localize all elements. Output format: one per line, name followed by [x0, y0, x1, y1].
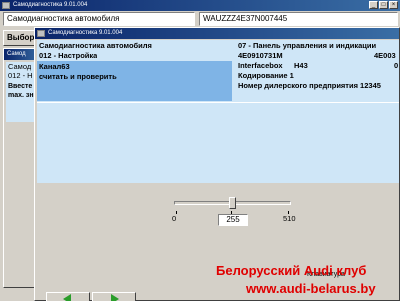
system-title: Самодиагностика автомобиля: [39, 41, 152, 50]
select-tab-button[interactable]: Выбор: [3, 30, 36, 46]
main-title: Самодиагностика 9.01.004: [13, 2, 88, 8]
vin-field: WAUZZZ4E37N007445: [199, 12, 398, 26]
app-icon: [2, 2, 10, 9]
channel-label: Канал63: [39, 62, 70, 71]
part-number: 4E0910731M: [238, 51, 283, 60]
coding-label: Кодирование 1: [238, 71, 294, 80]
watermark-line-1: Белорусский Audi клуб: [216, 263, 367, 278]
action-label: считать и проверить: [39, 72, 117, 81]
window-controls: _ □ ×: [369, 1, 398, 9]
close-button[interactable]: ×: [389, 1, 398, 9]
front-window: Самодиагностика 9.01.004 Самодиагностика…: [34, 27, 400, 301]
slider-min-label: 0: [172, 214, 177, 223]
panel-divider: [37, 102, 399, 103]
slider-value-field[interactable]: 255: [218, 214, 248, 226]
header-system-field: Самодиагностика автомобиля: [3, 12, 195, 26]
main-titlebar: Самодиагностика 9.01.004 _ □ ×: [0, 0, 400, 11]
right-info-panel: 07 - Панель управления и индикации 4E091…: [236, 40, 399, 102]
function-label: 012 - Настройка: [39, 51, 98, 60]
minimize-button[interactable]: _: [369, 1, 378, 9]
back-line-2: 012 - Н: [8, 71, 33, 80]
forward-button[interactable]: [92, 292, 136, 301]
front-title: Самодиагностика 9.01.004: [48, 30, 123, 36]
module-label: 07 - Панель управления и индикации: [238, 41, 377, 50]
back-line-4: max. зн: [8, 92, 34, 99]
interface-suffix: 0: [394, 61, 399, 70]
arrow-left-icon: [63, 294, 71, 301]
watermark-line-2: www.audi-belarus.by: [246, 281, 376, 296]
value-slider-thumb[interactable]: [229, 197, 236, 209]
slider-max-label: 510: [283, 214, 296, 223]
back-button[interactable]: [46, 292, 90, 301]
mid-window-title: Самод: [7, 51, 26, 57]
maximize-button[interactable]: □: [379, 1, 388, 9]
interface-label: Interfacebox: [238, 61, 283, 70]
front-app-icon: [37, 30, 45, 37]
left-info-panel: Самодиагностика автомобиля 012 - Настрой…: [37, 40, 232, 101]
part-number-2: 4E003: [374, 51, 396, 60]
dealer-label: Номер дилерского предприятия 12345: [238, 81, 381, 90]
front-titlebar: Самодиагностика 9.01.004: [35, 28, 399, 39]
arrow-right-icon: [111, 294, 119, 301]
interface-code: H43: [294, 61, 308, 70]
